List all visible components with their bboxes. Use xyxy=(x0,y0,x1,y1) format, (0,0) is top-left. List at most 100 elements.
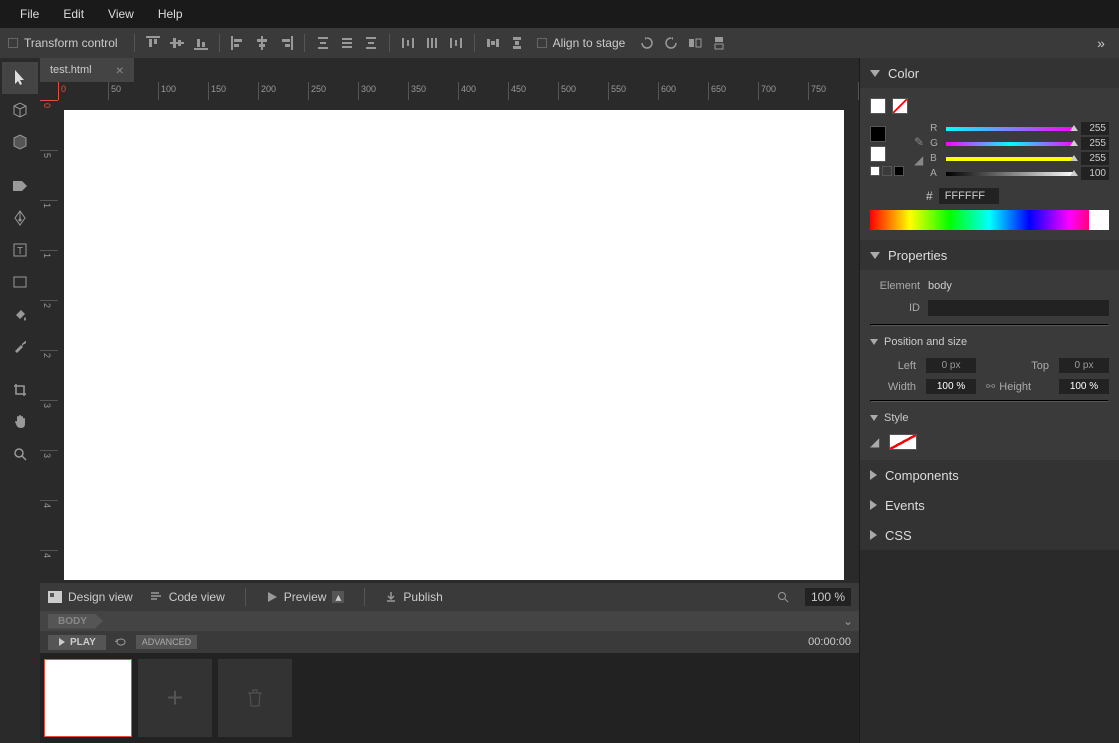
green-value[interactable]: 255 xyxy=(1081,137,1109,150)
height-input[interactable] xyxy=(1059,379,1109,394)
vertical-ruler[interactable]: 0 511 223 344 xyxy=(40,100,58,583)
events-panel-header[interactable]: Events xyxy=(860,490,1119,520)
delete-keyframe-button[interactable] xyxy=(218,659,292,737)
mini-chip-none[interactable] xyxy=(882,166,892,176)
transform-control-toggle[interactable]: Transform control xyxy=(8,36,118,50)
distribute-bottom-icon[interactable] xyxy=(361,33,381,53)
alpha-value[interactable]: 100 xyxy=(1081,167,1109,180)
flip-h-icon[interactable] xyxy=(685,33,705,53)
red-slider[interactable] xyxy=(946,127,1075,131)
horizontal-ruler[interactable]: 0 50100150 200250300 350400450 500550600… xyxy=(58,82,859,100)
canvas[interactable] xyxy=(64,110,844,580)
left-input[interactable] xyxy=(926,358,976,373)
red-value[interactable]: 255 xyxy=(1081,122,1109,135)
expand-icon[interactable]: ⌄ xyxy=(843,614,853,628)
close-icon[interactable]: × xyxy=(116,62,124,78)
color-chip-black[interactable] xyxy=(870,126,886,142)
color-spectrum[interactable] xyxy=(870,210,1109,230)
green-slider[interactable] xyxy=(946,142,1075,146)
play-button[interactable]: PLAY xyxy=(48,635,106,650)
rectangle-tool[interactable] xyxy=(2,266,38,298)
tool-palette: T xyxy=(0,58,40,743)
align-right-icon[interactable] xyxy=(276,33,296,53)
position-size-header[interactable]: Position and size xyxy=(870,332,1109,352)
align-vcenter-icon[interactable] xyxy=(167,33,187,53)
design-view-button[interactable]: Design view xyxy=(48,590,133,604)
properties-panel-header[interactable]: Properties xyxy=(860,240,1119,270)
style-header[interactable]: Style xyxy=(870,408,1109,428)
zoom-value[interactable]: 100 % xyxy=(805,588,851,606)
pencil-icon[interactable]: ✎ xyxy=(914,135,924,149)
distribute-left-icon[interactable] xyxy=(398,33,418,53)
menu-help[interactable]: Help xyxy=(146,7,195,21)
hand-tool[interactable] xyxy=(2,406,38,438)
blue-slider[interactable] xyxy=(946,157,1075,161)
components-panel-header[interactable]: Components xyxy=(860,460,1119,490)
css-panel-header[interactable]: CSS xyxy=(860,520,1119,550)
fill-icon[interactable]: ◢ xyxy=(870,435,879,449)
toolbar: Transform control Align to stage » xyxy=(0,28,1119,58)
style-fill-swatch[interactable] xyxy=(889,434,917,450)
zoom-tool[interactable] xyxy=(2,438,38,470)
timeline-bar: PLAY ADVANCED 00:00:00 xyxy=(40,631,859,653)
preview-button[interactable]: Preview ▴ xyxy=(266,590,345,604)
advanced-button[interactable]: ADVANCED xyxy=(136,635,197,649)
align-left-icon[interactable] xyxy=(228,33,248,53)
text-tool[interactable]: T xyxy=(2,234,38,266)
collapse-icon xyxy=(870,415,878,421)
align-hcenter-icon[interactable] xyxy=(252,33,272,53)
width-input[interactable] xyxy=(926,379,976,394)
timeline-time: 00:00:00 xyxy=(808,636,851,648)
align-top-icon[interactable] xyxy=(143,33,163,53)
loop-icon[interactable] xyxy=(114,636,128,648)
tag-tool[interactable] xyxy=(2,170,38,202)
menu-view[interactable]: View xyxy=(96,7,146,21)
publish-button[interactable]: Publish xyxy=(385,590,442,604)
3d-rotate-tool[interactable] xyxy=(2,94,38,126)
space-h-icon[interactable] xyxy=(483,33,503,53)
space-v-icon[interactable] xyxy=(507,33,527,53)
separator xyxy=(245,588,246,606)
bucket-icon[interactable]: ◢ xyxy=(914,153,924,167)
flip-v-icon[interactable] xyxy=(709,33,729,53)
mini-chip-black[interactable] xyxy=(894,166,904,176)
3d-translate-tool[interactable] xyxy=(2,126,38,158)
tab-bar: test.html × xyxy=(40,58,859,82)
pen-tool[interactable] xyxy=(2,202,38,234)
crop-tool[interactable] xyxy=(2,374,38,406)
document-tab[interactable]: test.html × xyxy=(40,58,134,82)
align-bottom-icon[interactable] xyxy=(191,33,211,53)
distribute-top-icon[interactable] xyxy=(313,33,333,53)
rotate-ccw-icon[interactable] xyxy=(661,33,681,53)
distribute-vcenter-icon[interactable] xyxy=(337,33,357,53)
color-panel-header[interactable]: Color xyxy=(860,58,1119,88)
fill-swatch[interactable] xyxy=(870,98,886,114)
fill-tool[interactable] xyxy=(2,298,38,330)
eyedropper-tool[interactable] xyxy=(2,330,38,362)
stroke-swatch[interactable] xyxy=(892,98,908,114)
menu-edit[interactable]: Edit xyxy=(51,7,96,21)
menu-file[interactable]: File xyxy=(8,7,51,21)
top-input[interactable] xyxy=(1059,358,1109,373)
code-view-button[interactable]: Code view xyxy=(149,590,225,604)
blue-value[interactable]: 255 xyxy=(1081,152,1109,165)
collapse-icon xyxy=(870,70,880,77)
svg-text:T: T xyxy=(17,246,23,257)
rotate-cw-icon[interactable] xyxy=(637,33,657,53)
breadcrumb-body[interactable]: BODY xyxy=(48,614,103,629)
alpha-slider[interactable] xyxy=(946,172,1075,176)
align-to-stage-toggle[interactable]: Align to stage xyxy=(537,36,626,50)
distribute-right-icon[interactable] xyxy=(446,33,466,53)
mini-chip[interactable] xyxy=(870,166,880,176)
select-tool[interactable] xyxy=(2,62,38,94)
keyframe-thumbnail[interactable] xyxy=(44,659,132,737)
add-keyframe-button[interactable]: + xyxy=(138,659,212,737)
id-input[interactable] xyxy=(928,300,1109,316)
hex-input[interactable] xyxy=(939,188,999,204)
more-icon[interactable]: » xyxy=(1091,33,1111,53)
distribute-hcenter-icon[interactable] xyxy=(422,33,442,53)
link-icon[interactable]: ⚯ xyxy=(986,380,995,393)
color-panel-body: ✎ ◢ R 255 G 255 B xyxy=(860,88,1119,240)
color-chip-white[interactable] xyxy=(870,146,886,162)
dropdown-icon[interactable]: ▴ xyxy=(332,591,344,603)
